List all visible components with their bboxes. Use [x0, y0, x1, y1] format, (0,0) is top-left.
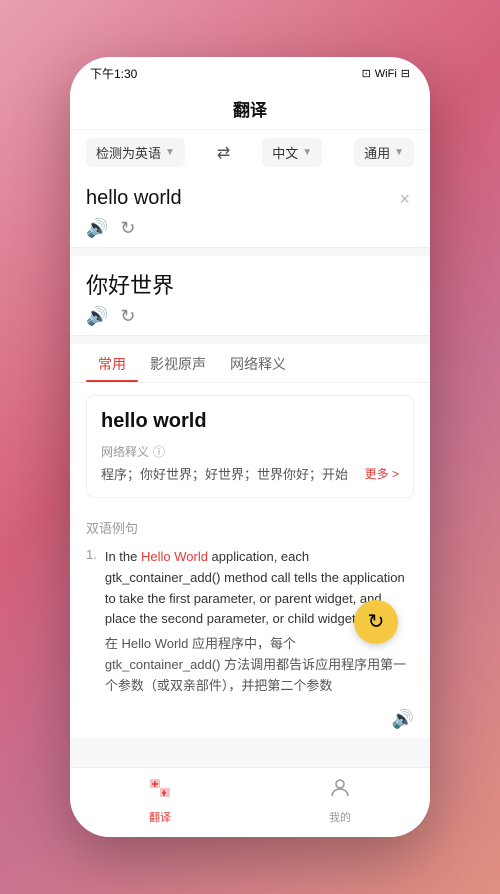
- mode-button[interactable]: 通用 ▼: [354, 138, 414, 167]
- lang-bar: 检测为英语 ▼ ⇄ 中文 ▼ 通用 ▼: [70, 130, 430, 175]
- network-meaning-label: 网络释义 ⓘ: [101, 443, 399, 460]
- swap-lang-icon[interactable]: ⇄: [217, 143, 230, 163]
- output-text: 你好世界: [86, 268, 414, 300]
- target-lang-arrow-icon: ▼: [302, 147, 312, 158]
- bottom-nav: 翻译 我的: [70, 767, 430, 837]
- tabs-row: 常用 影视原声 网络释义: [70, 344, 430, 383]
- info-icon: ⓘ: [153, 443, 165, 460]
- examples-section: 双语例句 1. In the Hello World application, …: [70, 510, 430, 709]
- tab-common[interactable]: 常用: [86, 344, 138, 382]
- input-copy-icon[interactable]: ↻: [120, 218, 135, 239]
- wifi-icon: WiFi: [375, 68, 397, 80]
- definition-word: hello world: [101, 410, 399, 433]
- nav-mine-icon: [328, 776, 352, 806]
- input-text[interactable]: hello world: [86, 187, 395, 210]
- nav-mine-label: 我的: [329, 809, 351, 825]
- output-speaker-icon[interactable]: 🔊: [86, 306, 108, 327]
- content-area: hello world × 🔊 ↻ 你好世界 🔊 ↻ 常用 影: [70, 175, 430, 767]
- app-header: 翻译: [70, 86, 430, 130]
- example-zh: 在 Hello World 应用程序中，每个 gtk_container_add…: [105, 634, 414, 696]
- nav-mine[interactable]: 我的: [328, 776, 352, 825]
- status-icons: ⊡ WiFi ⊟: [362, 67, 410, 80]
- example-number: 1.: [86, 547, 97, 697]
- nav-translate-label: 翻译: [149, 809, 171, 825]
- examples-label: 双语例句: [86, 518, 414, 537]
- status-time: 下午1:30: [90, 65, 137, 82]
- source-lang-button[interactable]: 检测为英语 ▼: [86, 138, 185, 167]
- network-label-text: 网络释义: [101, 443, 149, 460]
- output-copy-icon[interactable]: ↻: [120, 306, 135, 327]
- mode-label: 通用: [364, 143, 390, 162]
- tab-media-label: 影视原声: [150, 356, 206, 372]
- source-lang-label: 检测为英语: [96, 143, 161, 162]
- clear-button[interactable]: ×: [395, 187, 414, 212]
- tab-network-label: 网络释义: [230, 356, 286, 372]
- refresh-icon: ↻: [368, 609, 385, 634]
- nav-translate[interactable]: 翻译: [148, 776, 172, 825]
- signal-icon: ⊡: [362, 67, 371, 80]
- tabs-section: 常用 影视原声 网络释义 hello world 网络释义 ⓘ 程序；你好世界；…: [70, 344, 430, 738]
- target-lang-button[interactable]: 中文 ▼: [262, 138, 322, 167]
- status-bar: 下午1:30 ⊡ WiFi ⊟: [70, 57, 430, 86]
- examples-wrapper: 1. In the Hello World application, each …: [86, 547, 414, 697]
- input-section: hello world × 🔊 ↻: [70, 175, 430, 248]
- input-speaker-icon[interactable]: 🔊: [86, 218, 108, 239]
- nav-translate-icon: [148, 776, 172, 806]
- zh-example-speaker-icon[interactable]: 🔊: [392, 709, 414, 730]
- tab-media[interactable]: 影视原声: [138, 344, 218, 382]
- more-button[interactable]: 更多 >: [365, 465, 399, 482]
- source-lang-arrow-icon: ▼: [165, 147, 175, 158]
- highlight-text: Hello World: [141, 549, 208, 564]
- tab-common-label: 常用: [98, 356, 126, 372]
- mode-arrow-icon: ▼: [394, 147, 404, 158]
- definition-card: hello world 网络释义 ⓘ 程序；你好世界；好世界；世界你好；开始 更…: [86, 395, 414, 498]
- output-section: 你好世界 🔊 ↻: [70, 256, 430, 336]
- app-title: 翻译: [233, 101, 267, 120]
- target-lang-label: 中文: [272, 143, 298, 162]
- definition-meanings: 程序；你好世界；好世界；世界你好；开始: [101, 464, 365, 483]
- refresh-fab-button[interactable]: ↻: [354, 600, 398, 644]
- battery-icon: ⊟: [401, 67, 410, 80]
- tab-network[interactable]: 网络释义: [218, 344, 298, 382]
